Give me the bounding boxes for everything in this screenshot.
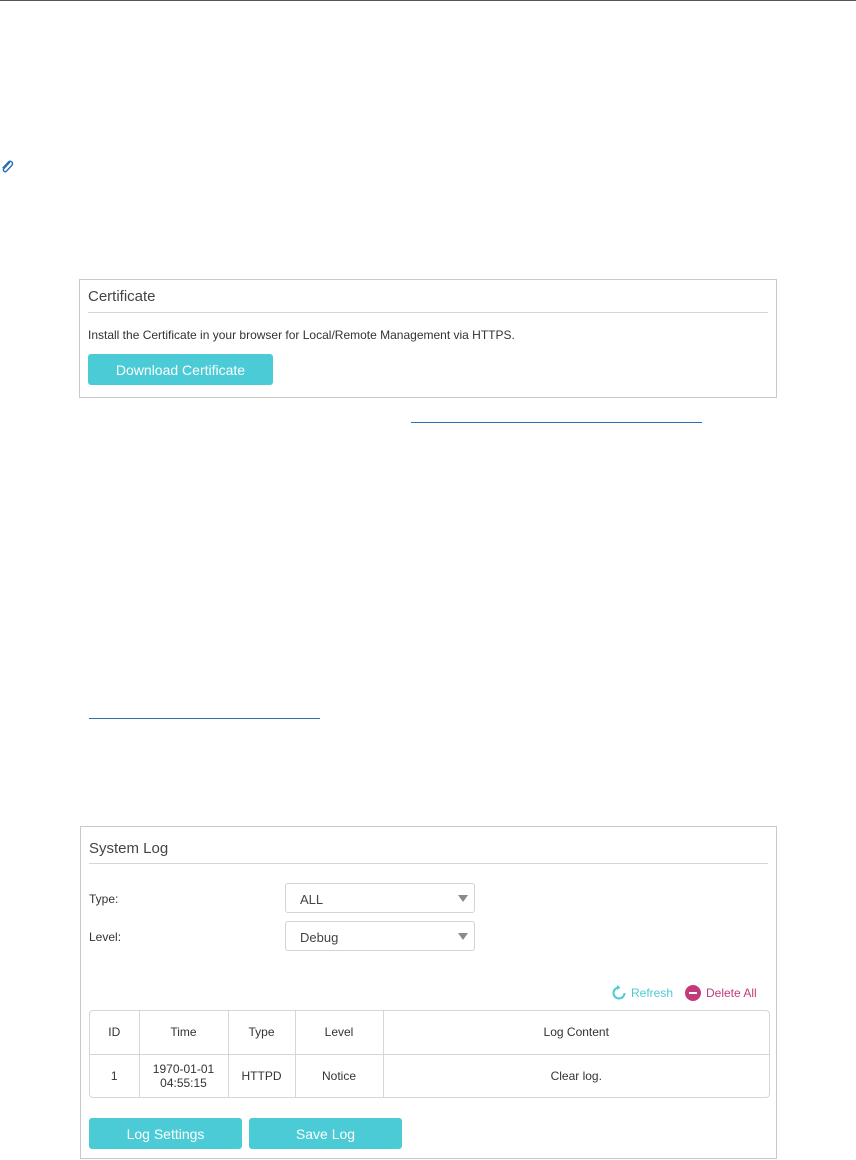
cell-type: HTTPD bbox=[228, 1054, 296, 1097]
certificate-description: Install the Certificate in your browser … bbox=[88, 328, 515, 342]
save-log-button[interactable]: Save Log bbox=[249, 1118, 402, 1149]
log-settings-button[interactable]: Log Settings bbox=[89, 1118, 242, 1149]
level-label: Level: bbox=[89, 930, 122, 944]
column-header-type: Type bbox=[228, 1011, 296, 1054]
certificate-title-divider bbox=[88, 312, 768, 313]
table-row: 1 1970-01-01 04:55:15 HTTPD Notice Clear… bbox=[90, 1054, 769, 1097]
minus-circle-icon bbox=[685, 985, 701, 1001]
column-header-id: ID bbox=[90, 1011, 140, 1054]
certificate-title: Certificate bbox=[88, 288, 156, 305]
paperclip-icon bbox=[2, 160, 14, 173]
cell-id: 1 bbox=[90, 1054, 140, 1097]
top-divider bbox=[0, 0, 856, 1]
system-log-title-divider bbox=[89, 863, 768, 864]
refresh-button[interactable]: Refresh bbox=[611, 985, 673, 1001]
link-underline-2 bbox=[89, 718, 320, 719]
level-select-value: Debug bbox=[300, 930, 339, 945]
column-header-level: Level bbox=[295, 1011, 384, 1054]
download-certificate-button[interactable]: Download Certificate bbox=[88, 354, 273, 385]
delete-all-label: Delete All bbox=[706, 986, 757, 1000]
cell-time: 1970-01-01 04:55:15 bbox=[139, 1054, 229, 1097]
system-log-title: System Log bbox=[89, 840, 169, 857]
link-underline-1 bbox=[411, 422, 702, 423]
system-log-panel: System Log Type: ALL Level: Debug Refres… bbox=[80, 826, 777, 1159]
log-table-header: ID Time Type Level Log Content bbox=[90, 1011, 769, 1054]
chevron-down-icon bbox=[458, 933, 468, 940]
refresh-icon bbox=[612, 985, 626, 1000]
cell-log-content: Clear log. bbox=[550, 1068, 602, 1083]
refresh-label: Refresh bbox=[631, 986, 674, 1000]
certificate-panel: Certificate Install the Certificate in y… bbox=[79, 279, 777, 398]
type-select[interactable]: ALL bbox=[285, 883, 475, 913]
chevron-down-icon bbox=[458, 895, 468, 902]
column-header-time: Time bbox=[139, 1011, 229, 1054]
column-header-log-content: Log Content bbox=[543, 1025, 609, 1040]
cell-level: Notice bbox=[295, 1054, 384, 1097]
type-label: Type: bbox=[89, 892, 119, 906]
type-select-value: ALL bbox=[300, 892, 324, 907]
level-select[interactable]: Debug bbox=[285, 921, 475, 951]
delete-all-button[interactable]: Delete All bbox=[685, 985, 757, 1001]
log-table: ID Time Type Level Log Content 1 1970-01… bbox=[89, 1010, 770, 1098]
